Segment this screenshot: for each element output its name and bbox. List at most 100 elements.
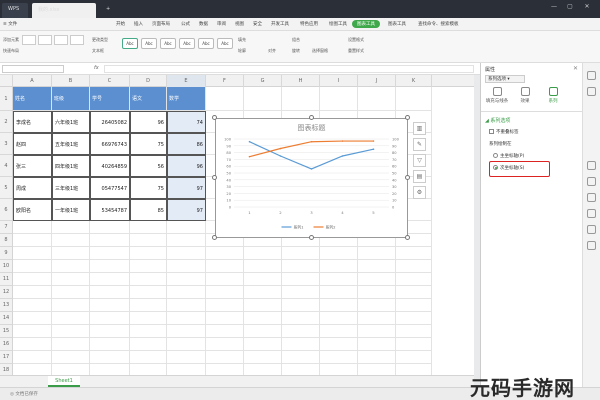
grid-cell[interactable] (90, 338, 130, 351)
grid-cell[interactable] (90, 325, 130, 338)
grid-cell[interactable] (396, 273, 432, 286)
grid-cell[interactable] (13, 273, 52, 286)
row-header[interactable]: 1 (0, 87, 13, 111)
grid-cell[interactable] (90, 260, 130, 273)
grid-cell[interactable] (90, 221, 130, 234)
column-header[interactable]: I (320, 75, 358, 87)
grid-cell[interactable] (282, 247, 320, 260)
grid-cell[interactable] (130, 221, 167, 234)
grid-cell[interactable]: 李成名 (13, 111, 52, 133)
menu-chart-tools-2[interactable]: 图表工具 (388, 21, 406, 27)
grid-cell[interactable]: 周成 (13, 177, 52, 199)
grid-cell[interactable] (167, 221, 206, 234)
grid-cell[interactable] (52, 299, 90, 312)
tab-effects[interactable]: 效果 (511, 87, 539, 104)
tab-fill-and-line[interactable]: 填充与线条 (483, 87, 511, 104)
grid-cell[interactable] (90, 364, 130, 375)
grid-cell[interactable]: 96 (167, 155, 206, 177)
grid-cell[interactable]: 张三 (13, 155, 52, 177)
row-header[interactable]: 16 (0, 338, 13, 351)
row-header[interactable]: 17 (0, 351, 13, 364)
menu-review[interactable]: 审阅 (217, 21, 226, 27)
resize-handle-mr[interactable] (405, 175, 410, 180)
grid-cell[interactable] (396, 247, 432, 260)
rail-tools-icon[interactable] (587, 209, 596, 218)
grid-cell[interactable] (320, 338, 358, 351)
grid-cell[interactable] (320, 364, 358, 375)
grid-cell[interactable] (396, 299, 432, 312)
grid-cell[interactable]: 96 (130, 111, 167, 133)
resize-handle-tl[interactable] (212, 115, 217, 120)
grid-cell[interactable] (358, 364, 396, 375)
rail-share-icon[interactable] (587, 225, 596, 234)
grid-cell[interactable] (167, 325, 206, 338)
grid-cell[interactable] (358, 260, 396, 273)
text-box-button[interactable]: 文本框 (92, 48, 104, 54)
menu-security[interactable]: 安全 (253, 21, 262, 27)
grid-cell[interactable] (90, 351, 130, 364)
rotate-button[interactable]: 旋转 (292, 48, 300, 54)
grid-cell[interactable] (358, 338, 396, 351)
menu-formula[interactable]: 公式 (181, 21, 190, 27)
grid-cell[interactable] (282, 364, 320, 375)
grid-cell[interactable] (130, 299, 167, 312)
row-header[interactable]: 18 (0, 364, 13, 375)
grid-cell[interactable]: 数学 (167, 87, 206, 111)
rail-help-icon[interactable] (587, 241, 596, 250)
grid-cell[interactable] (320, 260, 358, 273)
row-header[interactable]: 12 (0, 286, 13, 299)
grid-cell[interactable] (167, 286, 206, 299)
grid-cell[interactable] (244, 87, 282, 111)
grid-cell[interactable]: 六年级1班 (52, 111, 90, 133)
grid-cell[interactable] (13, 247, 52, 260)
rail-properties-icon[interactable] (587, 71, 596, 80)
name-box[interactable] (2, 65, 64, 73)
grid-cell[interactable] (167, 351, 206, 364)
grid-cell[interactable] (52, 312, 90, 325)
grid-cell[interactable] (13, 338, 52, 351)
rail-backup-icon[interactable] (587, 193, 596, 202)
grid-cell[interactable] (130, 312, 167, 325)
checkbox-icon[interactable] (489, 129, 494, 134)
grid-cell[interactable] (130, 234, 167, 247)
grid-cell[interactable] (13, 325, 52, 338)
add-element-button[interactable]: 添加元素 (3, 37, 19, 43)
row-header[interactable]: 3 (0, 133, 13, 155)
column-header[interactable]: C (90, 75, 130, 87)
grid-cell[interactable] (130, 364, 167, 375)
grid-cell[interactable] (396, 312, 432, 325)
row-header[interactable]: 8 (0, 234, 13, 247)
grid-cell[interactable] (320, 273, 358, 286)
grid-cell[interactable]: 四年级1班 (52, 155, 90, 177)
grid-cell[interactable] (13, 260, 52, 273)
grid-cell[interactable]: 五年级1班 (52, 133, 90, 155)
grid-cell[interactable] (320, 351, 358, 364)
grid-cell[interactable] (244, 312, 282, 325)
primary-axis-option[interactable]: 主坐标轴(P) (493, 153, 524, 159)
grid-cell[interactable] (13, 234, 52, 247)
grid-cell[interactable]: 欧阳名 (13, 199, 52, 221)
grid-cell[interactable] (206, 325, 244, 338)
new-tab-button[interactable]: + (100, 3, 112, 18)
grid-cell[interactable] (358, 87, 396, 111)
fill-button[interactable]: 填充 (238, 37, 246, 43)
grid-cell[interactable] (282, 351, 320, 364)
align-button[interactable]: 对齐 (268, 48, 276, 54)
grid-cell[interactable] (206, 273, 244, 286)
column-header[interactable]: K (396, 75, 432, 87)
grid-cell[interactable] (206, 260, 244, 273)
grid-cell[interactable] (130, 338, 167, 351)
column-header[interactable]: H (282, 75, 320, 87)
grid-cell[interactable] (244, 338, 282, 351)
wps-home-tab[interactable]: WPS (2, 3, 28, 18)
grid-cell[interactable] (282, 325, 320, 338)
grid-cell[interactable] (167, 299, 206, 312)
grid-cell[interactable] (244, 351, 282, 364)
grid-cell[interactable]: 班级 (52, 87, 90, 111)
grid-cell[interactable] (358, 286, 396, 299)
grid-cell[interactable] (52, 234, 90, 247)
grid-cell[interactable] (396, 286, 432, 299)
grid-cell[interactable] (52, 260, 90, 273)
chart-data-icon[interactable]: ▤ (413, 170, 426, 183)
grid-cell[interactable] (167, 273, 206, 286)
